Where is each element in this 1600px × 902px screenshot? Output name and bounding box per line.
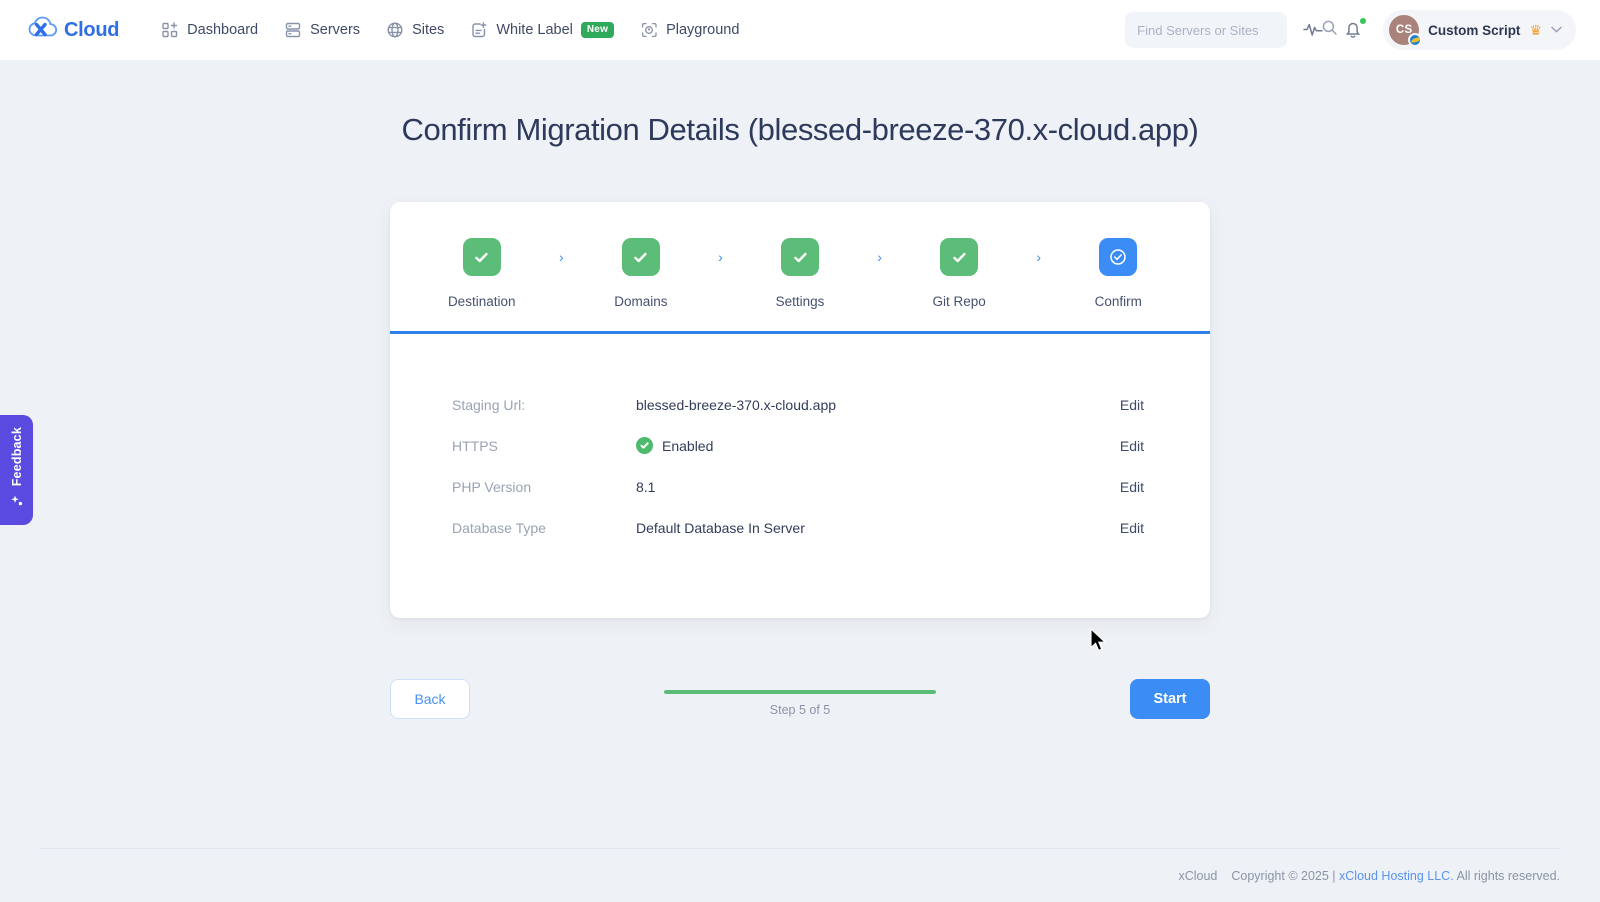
detail-key: Staging Url: [452, 397, 636, 413]
detail-value: Default Database In Server [636, 520, 1120, 536]
feedback-tab[interactable]: Feedback [0, 415, 33, 525]
step-icon-complete [622, 238, 660, 276]
sparkle-icon [10, 494, 24, 513]
progress-text: Step 5 of 5 [770, 703, 830, 717]
nav-item-white-label[interactable]: White Label New [460, 14, 624, 46]
step-icon-complete [781, 238, 819, 276]
page-title: Confirm Migration Details (blessed-breez… [0, 112, 1600, 148]
migration-wizard-card: Destination › Domains › Settings › [390, 202, 1210, 618]
logo-text: Cloud [64, 19, 119, 42]
step-separator: › [1011, 238, 1067, 265]
search-input[interactable] [1137, 23, 1313, 38]
wizard-progress: Step 5 of 5 [664, 690, 936, 717]
globe-icon [386, 21, 404, 39]
step-label-destination: Destination [448, 294, 516, 309]
step-separator: › [693, 238, 749, 265]
notification-dot [1359, 17, 1367, 25]
new-badge: New [581, 22, 614, 38]
footer-rights-text: All rights reserved. [1456, 869, 1560, 883]
step-icon-complete [463, 238, 501, 276]
nav-label-dashboard: Dashboard [187, 22, 258, 38]
detail-row-staging-url: Staging Url: blessed-breeze-370.x-cloud.… [452, 384, 1148, 425]
step-icon-complete [940, 238, 978, 276]
footer-copyright-text: Copyright © 2025 | [1231, 869, 1335, 883]
document-plus-icon [470, 21, 488, 39]
nav-item-playground[interactable]: Playground [630, 14, 749, 46]
search-box[interactable] [1125, 12, 1287, 48]
step-domains[interactable]: Domains [589, 238, 692, 331]
nav-label-playground: Playground [666, 22, 739, 38]
step-confirm[interactable]: Confirm [1067, 238, 1170, 331]
wizard-stepper: Destination › Domains › Settings › [390, 202, 1210, 334]
server-stack-icon [284, 21, 302, 39]
detail-row-https: HTTPS Enabled Edit [452, 425, 1148, 466]
chevron-down-icon[interactable] [1551, 24, 1562, 36]
back-button[interactable]: Back [390, 679, 470, 719]
nav-item-sites[interactable]: Sites [376, 14, 454, 46]
detail-key: HTTPS [452, 438, 636, 454]
footer-brand: xCloud [1178, 869, 1217, 883]
migration-details-list: Staging Url: blessed-breeze-370.x-cloud.… [390, 334, 1210, 618]
crown-icon: ♛ [1529, 23, 1542, 37]
xcloud-logo[interactable]: Cloud [28, 16, 119, 45]
xcloud-logo-icon [28, 16, 58, 45]
nav-item-dashboard[interactable]: Dashboard [151, 14, 268, 46]
start-button[interactable]: Start [1130, 679, 1210, 719]
top-header: Cloud Dashboard Servers [0, 0, 1600, 60]
avatar: CS [1389, 15, 1419, 45]
edit-staging-url-link[interactable]: Edit [1120, 397, 1148, 413]
feedback-label: Feedback [10, 427, 24, 486]
detail-key: Database Type [452, 520, 636, 536]
step-git-repo[interactable]: Git Repo [907, 238, 1010, 331]
detail-value: blessed-breeze-370.x-cloud.app [636, 397, 1120, 413]
step-settings[interactable]: Settings [748, 238, 851, 331]
dashboard-grid-plus-icon [161, 21, 179, 39]
bell-icon[interactable] [1341, 17, 1367, 43]
detail-value: 8.1 [636, 479, 1120, 495]
footer-copyright: Copyright © 2025 | xCloud Hosting LLC. A… [1231, 869, 1560, 883]
playground-scan-icon [640, 21, 658, 39]
check-circle-icon [636, 437, 653, 454]
user-menu[interactable]: CS Custom Script ♛ [1383, 10, 1576, 50]
edit-php-version-link[interactable]: Edit [1120, 479, 1148, 495]
detail-row-database-type: Database Type Default Database In Server… [452, 507, 1148, 548]
footer-company-link[interactable]: xCloud Hosting LLC. [1339, 869, 1454, 883]
progress-bar-track [664, 690, 936, 694]
edit-database-type-link[interactable]: Edit [1120, 520, 1148, 536]
progress-bar-fill [664, 690, 936, 694]
detail-value-text: Enabled [662, 438, 713, 454]
step-label-settings: Settings [776, 294, 825, 309]
avatar-globe-badge [1408, 33, 1422, 47]
wizard-controls: Back Step 5 of 5 Start [390, 676, 1210, 722]
step-label-git-repo: Git Repo [933, 294, 986, 309]
detail-key: PHP Version [452, 479, 636, 495]
main-content: Confirm Migration Details (blessed-breez… [0, 60, 1600, 722]
detail-value-text: blessed-breeze-370.x-cloud.app [636, 397, 836, 413]
detail-value-text: 8.1 [636, 479, 655, 495]
activity-pulse-icon[interactable] [1301, 17, 1327, 43]
nav-label-servers: Servers [310, 22, 360, 38]
step-separator: › [533, 238, 589, 265]
page-footer: xCloud Copyright © 2025 | xCloud Hosting… [40, 848, 1560, 902]
step-destination[interactable]: Destination [430, 238, 533, 331]
step-icon-current [1099, 238, 1137, 276]
user-name: Custom Script [1428, 23, 1520, 38]
nav-label-sites: Sites [412, 22, 444, 38]
detail-value: Enabled [636, 437, 1120, 454]
nav-item-servers[interactable]: Servers [274, 14, 370, 46]
main-navigation: Dashboard Servers Sites [151, 14, 749, 46]
edit-https-link[interactable]: Edit [1120, 438, 1148, 454]
detail-row-php-version: PHP Version 8.1 Edit [452, 466, 1148, 507]
step-label-confirm: Confirm [1095, 294, 1142, 309]
detail-value-text: Default Database In Server [636, 520, 805, 536]
step-separator: › [852, 238, 908, 265]
header-right-tools: CS Custom Script ♛ [1125, 10, 1576, 50]
step-label-domains: Domains [614, 294, 667, 309]
nav-label-white-label: White Label [496, 22, 573, 38]
